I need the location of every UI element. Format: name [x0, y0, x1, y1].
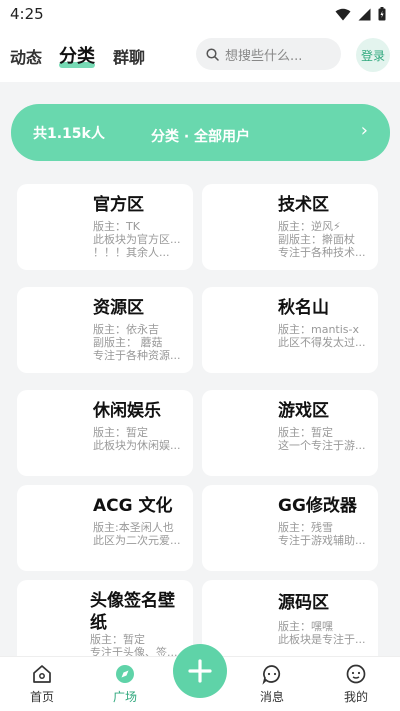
- section-card[interactable]: GG修改器 版主：残雪 专注于游戏辅助...: [202, 485, 378, 571]
- tab-feed[interactable]: 动态: [10, 44, 42, 68]
- section-moderator: 版主：嘿嘿: [278, 620, 333, 633]
- section-name: 头像签名壁纸: [90, 591, 175, 633]
- section-desc: 此区为二次元爱...: [93, 534, 181, 547]
- top-header: 动态 分类 群聊 想搜些什么... 登录: [0, 28, 400, 82]
- section-name: 秋名山: [278, 298, 329, 318]
- home-icon: [33, 665, 51, 683]
- chat-icon: [262, 665, 281, 685]
- tab-group-chat[interactable]: 群聊: [113, 44, 145, 68]
- nav-messages[interactable]: 消息: [242, 663, 302, 705]
- section-desc: 此板块为休闲娱...: [93, 439, 181, 452]
- section-card[interactable]: 休闲娱乐 版主：暂定 此板块为休闲娱...: [17, 390, 193, 476]
- section-info: 版主：残雪 专注于游戏辅助...: [278, 521, 372, 547]
- section-moderator: 版主：TK: [93, 220, 140, 233]
- chevron-right-icon: ›: [360, 120, 368, 141]
- section-card[interactable]: 头像签名壁纸 版主：暂定 专注于头像、签...: [17, 580, 193, 666]
- section-moderator: 版主：暂定: [278, 426, 333, 439]
- nav-square[interactable]: 广场: [95, 663, 155, 705]
- section-moderator: 版主：暂定: [93, 426, 148, 439]
- status-time: 4:25: [10, 5, 44, 23]
- section-info: 版主：TK 此板块为官方区... ！！！其余人...: [93, 220, 187, 259]
- profile-icon: [346, 664, 366, 684]
- section-moderator: 版主：逆风⚡: [278, 220, 341, 233]
- section-desc: 专注于各种技术...: [278, 246, 366, 259]
- section-info: 版主：暂定 这一个专注于游...: [278, 426, 372, 452]
- section-name: 官方区: [93, 195, 144, 215]
- section-info: 版主：mantis-x 此区不得发太过...: [278, 323, 372, 349]
- section-desc: 专注于游戏辅助...: [278, 534, 366, 547]
- search-input[interactable]: 想搜些什么...: [196, 38, 341, 70]
- section-name: ACG 文化: [93, 496, 173, 516]
- section-card[interactable]: 秋名山 版主：mantis-x 此区不得发太过...: [202, 287, 378, 373]
- section-info: 版主：依永吉 副版主： 蘑菇 专注于各种资源...: [93, 323, 187, 362]
- signal-icon: [358, 8, 371, 20]
- nav-profile[interactable]: 我的: [326, 663, 386, 705]
- section-card[interactable]: 技术区 版主：逆风⚡ 副版主：擀面杖 专注于各种技术...: [202, 184, 378, 270]
- tab-categories[interactable]: 分类: [59, 42, 95, 68]
- section-moderator: 版主：残雪: [278, 521, 333, 534]
- section-desc: 此板块为官方区...: [93, 233, 181, 246]
- section-info: 版主:本圣闲人也 此区为二次元爱...: [93, 521, 187, 547]
- section-name: 游戏区: [278, 401, 329, 421]
- section-moderator: 版主:本圣闲人也: [93, 521, 174, 534]
- section-card[interactable]: 官方区 版主：TK 此板块为官方区... ！！！其余人...: [17, 184, 193, 270]
- search-icon: [206, 47, 219, 61]
- section-card[interactable]: 资源区 版主：依永吉 副版主： 蘑菇 专注于各种资源...: [17, 287, 193, 373]
- nav-label: 首页: [29, 690, 54, 704]
- section-desc: 专注于各种资源...: [93, 349, 181, 362]
- section-name: 资源区: [93, 298, 144, 318]
- banner-title: 分类 · 全部用户: [150, 129, 251, 145]
- section-submoderator: 副版主： 蘑菇: [93, 336, 163, 349]
- all-users-banner[interactable]: 共1.15k人 分类 · 全部用户 ›: [11, 104, 390, 161]
- section-desc: 此板块是专注于...: [278, 633, 366, 646]
- section-card[interactable]: 游戏区 版主：暂定 这一个专注于游...: [202, 390, 378, 476]
- section-card[interactable]: 源码区 版主：嘿嘿 此板块是专注于...: [202, 580, 378, 666]
- compass-icon: [116, 665, 134, 683]
- section-moderator: 版主：依永吉: [93, 323, 159, 336]
- login-button[interactable]: 登录: [356, 38, 390, 72]
- section-desc: ！！！其余人...: [93, 246, 170, 259]
- section-submoderator: 副版主：擀面杖: [278, 233, 355, 246]
- section-desc: 这一个专注于游...: [278, 439, 366, 452]
- section-name: GG修改器: [278, 496, 357, 516]
- create-post-button[interactable]: [173, 644, 227, 698]
- section-info: 版主：逆风⚡ 副版主：擀面杖 专注于各种技术...: [278, 220, 372, 259]
- battery-icon: [378, 7, 386, 21]
- nav-home[interactable]: 首页: [12, 663, 72, 705]
- plus-icon: [188, 659, 212, 683]
- status-bar: 4:25: [0, 0, 400, 28]
- section-moderator: 版主：暂定: [90, 633, 145, 646]
- nav-label: 消息: [259, 690, 284, 704]
- section-name: 源码区: [278, 593, 329, 613]
- section-desc: 此区不得发太过...: [278, 336, 366, 349]
- section-name: 技术区: [278, 195, 329, 215]
- section-info: 版主：暂定 此板块为休闲娱...: [93, 426, 187, 452]
- search-placeholder: 想搜些什么...: [225, 48, 303, 64]
- nav-label: 广场: [112, 690, 137, 704]
- nav-label: 我的: [343, 690, 368, 704]
- wifi-icon: [335, 8, 351, 20]
- status-icons: [335, 7, 386, 21]
- section-name: 休闲娱乐: [93, 401, 161, 421]
- section-info: 版主：嘿嘿 此板块是专注于...: [278, 620, 372, 646]
- section-card[interactable]: ACG 文化 版主:本圣闲人也 此区为二次元爱...: [17, 485, 193, 571]
- section-moderator: 版主：mantis-x: [278, 323, 360, 336]
